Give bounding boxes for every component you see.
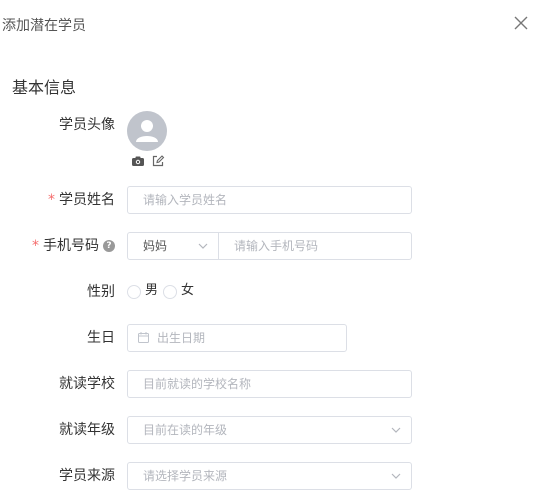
chevron-down-icon [391, 427, 401, 433]
school-label-text: 就读学校 [59, 376, 115, 392]
phone-label: * 手机号码? [32, 232, 115, 260]
source-placeholder: 请选择学员来源 [143, 469, 228, 483]
student-name-input[interactable]: 请输入学员姓名 [127, 186, 412, 214]
edit-icon[interactable] [151, 153, 165, 167]
source-label-text: 学员来源 [59, 468, 115, 484]
name-label: * 学员姓名 [48, 186, 115, 214]
required-mark: * [32, 238, 39, 254]
calendar-icon [138, 332, 149, 343]
help-icon[interactable]: ? [103, 240, 115, 252]
gender-female-label[interactable]: 女 [181, 281, 194, 301]
phone-input[interactable]: 请输入手机号码 [218, 232, 412, 260]
camera-icon[interactable] [131, 153, 145, 167]
gender-label-text: 性别 [87, 284, 115, 300]
grade-placeholder: 目前在读的年级 [143, 423, 228, 437]
avatar-label-text: 学员头像 [59, 117, 115, 133]
birthday-label: 生日 [87, 324, 115, 352]
name-label-text: 学员姓名 [59, 192, 115, 208]
grade-label: 就读年级 [59, 416, 115, 444]
gender-label: 性别 [87, 278, 115, 306]
phone-label-text: 手机号码 [43, 238, 99, 254]
section-title: 基本信息 [12, 78, 77, 97]
dialog-title: 添加潜在学员 [2, 18, 86, 34]
source-label: 学员来源 [59, 462, 115, 490]
birthday-date-picker[interactable]: 出生日期 [127, 324, 347, 352]
gender-male-label[interactable]: 男 [145, 281, 158, 301]
birthday-placeholder: 出生日期 [157, 331, 206, 345]
relation-value: 妈妈 [143, 239, 168, 253]
school-label: 就读学校 [59, 370, 115, 398]
relation-select[interactable]: 妈妈 [127, 232, 219, 260]
close-icon[interactable] [512, 14, 530, 32]
gender-female-radio[interactable] [163, 285, 177, 299]
avatar-label: 学员头像 [59, 111, 115, 139]
grade-label-text: 就读年级 [59, 422, 115, 438]
student-name-placeholder: 请输入学员姓名 [143, 193, 228, 207]
phone-placeholder: 请输入手机号码 [234, 239, 319, 253]
source-select[interactable]: 请选择学员来源 [127, 462, 412, 490]
user-avatar-icon[interactable] [127, 111, 167, 151]
chevron-down-icon [198, 243, 208, 249]
school-input[interactable]: 目前就读的学校名称 [127, 370, 412, 398]
gender-male-radio[interactable] [127, 285, 141, 299]
school-placeholder: 目前就读的学校名称 [143, 377, 252, 391]
chevron-down-icon [391, 473, 401, 479]
required-mark: * [48, 192, 55, 208]
grade-select[interactable]: 目前在读的年级 [127, 416, 412, 444]
birthday-label-text: 生日 [87, 330, 115, 346]
